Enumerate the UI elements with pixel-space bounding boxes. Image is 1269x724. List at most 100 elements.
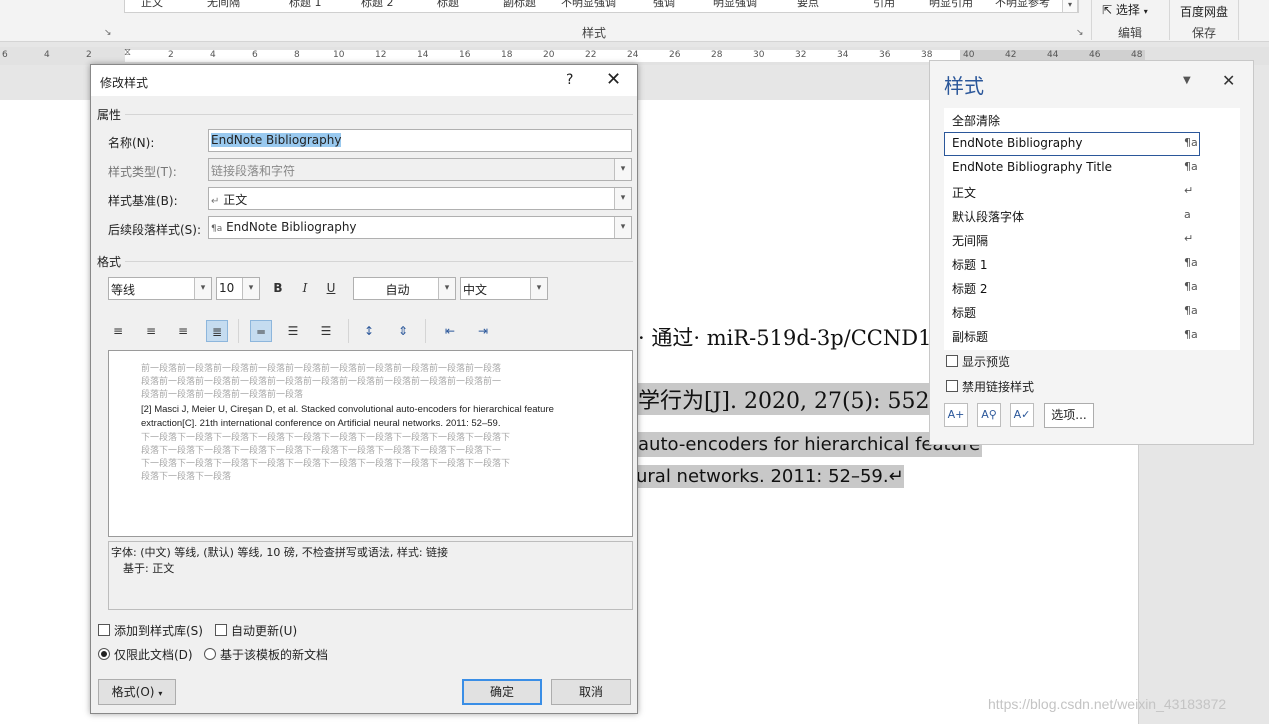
- italic-button[interactable]: I: [294, 277, 316, 299]
- style-item-heading-2[interactable]: 标题 2 ¶a: [944, 276, 1240, 300]
- gallery-item[interactable]: 不明显强调: [561, 0, 616, 10]
- dialog-titlebar[interactable]: 修改样式 ? ✕: [91, 65, 637, 96]
- linked-style-icon: ¶a: [1184, 304, 1198, 317]
- style-type-select[interactable]: 链接段落和字符 ▾: [208, 158, 632, 181]
- ruler-number: 18: [501, 50, 513, 60]
- style-item-no-spacing[interactable]: 无间隔 ↵: [944, 228, 1240, 252]
- font-select[interactable]: 等线 ▾: [108, 277, 212, 300]
- new-style-icon[interactable]: A+: [944, 403, 968, 427]
- style-item-endnote-bibliography-title[interactable]: EndNote Bibliography Title ¶a: [944, 156, 1240, 180]
- align-left-icon[interactable]: ≡: [107, 320, 129, 342]
- auto-update-checkbox[interactable]: [215, 624, 227, 636]
- close-icon[interactable]: ✕: [1222, 71, 1235, 90]
- align-center-icon[interactable]: ≡: [140, 320, 162, 342]
- ruler-number: 6: [2, 50, 8, 60]
- ruler-number: 22: [585, 50, 597, 60]
- gallery-item[interactable]: 标题: [437, 0, 459, 10]
- only-this-document-radio[interactable]: [98, 648, 110, 660]
- style-base-select[interactable]: ↵ 正文 ▾: [208, 187, 632, 210]
- linked-style-icon: ¶a: [211, 224, 223, 234]
- chevron-down-icon: ▾: [438, 278, 455, 299]
- decrease-indent-icon[interactable]: ⇤: [439, 320, 461, 342]
- ruler-number: 10: [333, 50, 345, 60]
- gallery-item[interactable]: 强调: [653, 0, 675, 10]
- styles-list[interactable]: 全部清除 EndNote Bibliography ¶a EndNote Bib…: [944, 108, 1240, 350]
- align-justify-icon[interactable]: ≣: [206, 320, 228, 342]
- paragraph-mark-icon: ↵: [211, 196, 220, 207]
- gallery-item[interactable]: 明显强调: [713, 0, 757, 10]
- document-text-line[interactable]: ural networks. 2011: 52–59.↵: [636, 465, 904, 488]
- auto-update-label: 自动更新(U): [231, 624, 298, 638]
- gallery-item[interactable]: 引用: [873, 0, 895, 10]
- underline-button[interactable]: U: [320, 277, 342, 299]
- new-documents-radio[interactable]: [204, 648, 216, 660]
- font-size-select[interactable]: 10 ▾: [216, 277, 260, 300]
- cancel-button[interactable]: 取消: [551, 679, 631, 705]
- decrease-paragraph-spacing-icon[interactable]: ⇕: [392, 320, 414, 342]
- gallery-more-icon[interactable]: ▾: [1062, 0, 1078, 13]
- ok-button[interactable]: 确定: [462, 679, 542, 705]
- gallery-item[interactable]: 正文: [141, 0, 163, 10]
- next-style-select[interactable]: ¶a EndNote Bibliography ▾: [208, 216, 632, 239]
- help-icon[interactable]: ?: [566, 72, 573, 88]
- one-half-spacing-icon[interactable]: ☰: [282, 320, 304, 342]
- cursor-icon: ⇱: [1102, 3, 1113, 17]
- chevron-down-icon: ▾: [530, 278, 547, 299]
- ruler-number: 40: [963, 50, 975, 60]
- description-line: 基于: 正文: [123, 562, 175, 575]
- document-text-line[interactable]: · 通过· miR-519d-3p/CCND1·: [638, 322, 938, 352]
- section-divider: [125, 261, 633, 262]
- ruler-number: 2: [168, 50, 174, 60]
- name-label: 名称(N):: [108, 136, 155, 150]
- increase-paragraph-spacing-icon[interactable]: ↕: [358, 320, 380, 342]
- style-item-default-font[interactable]: 默认段落字体 a: [944, 204, 1240, 228]
- gallery-item[interactable]: 不明显参考: [995, 0, 1050, 10]
- add-to-gallery-checkbox[interactable]: [98, 624, 110, 636]
- style-item-normal[interactable]: 正文 ↵: [944, 180, 1240, 204]
- style-base-label: 样式基准(B):: [108, 194, 178, 208]
- style-item-endnote-bibliography[interactable]: EndNote Bibliography ¶a: [944, 132, 1200, 156]
- style-item-subtitle[interactable]: 副标题 ¶a: [944, 324, 1240, 348]
- gallery-item[interactable]: 副标题: [503, 0, 536, 10]
- align-right-icon[interactable]: ≡: [172, 320, 194, 342]
- single-spacing-icon[interactable]: ═: [250, 320, 272, 342]
- gallery-item[interactable]: 标题 1: [289, 0, 322, 10]
- ruler-number: 8: [294, 50, 300, 60]
- gallery-item[interactable]: 无间隔: [207, 0, 240, 10]
- linked-style-icon: ¶a: [1184, 136, 1198, 149]
- bold-button[interactable]: B: [267, 277, 289, 299]
- style-item-heading-1[interactable]: 标题 1 ¶a: [944, 252, 1240, 276]
- style-inspector-icon[interactable]: A⚲: [977, 403, 1001, 427]
- baidu-netdisk-button[interactable]: 百度网盘: [1180, 3, 1228, 20]
- select-button[interactable]: ⇱ 选择 ▾: [1102, 1, 1148, 18]
- linked-style-icon: ¶a: [1184, 256, 1198, 269]
- increase-indent-icon[interactable]: ⇥: [472, 320, 494, 342]
- options-button[interactable]: 选项...: [1044, 403, 1094, 428]
- show-preview-checkbox[interactable]: [946, 355, 958, 367]
- disable-linked-checkbox[interactable]: [946, 380, 958, 392]
- paragraph-style-icon: ↵: [1184, 184, 1194, 197]
- gallery-item[interactable]: 明显引用: [929, 0, 973, 10]
- language-select[interactable]: 中文 ▾: [460, 277, 548, 300]
- dialog-launcher-icon[interactable]: ↘: [104, 28, 112, 38]
- document-text-line[interactable]: 学行为[J]. 2020, 27(5): 552-5: [638, 383, 957, 415]
- style-item-title[interactable]: 标题 ¶a: [944, 300, 1240, 324]
- chevron-down-icon: ▾: [614, 159, 631, 180]
- chevron-down-icon[interactable]: ▼: [1183, 75, 1191, 86]
- ruler-number: 12: [375, 50, 387, 60]
- name-input[interactable]: EndNote Bibliography: [208, 129, 632, 152]
- dialog-title: 修改样式: [100, 76, 149, 90]
- style-gallery[interactable]: 正文 无间隔 标题 1 标题 2 标题 副标题 不明显强调 强调 明显强调 要点…: [124, 0, 1079, 13]
- indent-marker-icon[interactable]: ⧖: [124, 47, 131, 58]
- format-button[interactable]: 格式(O) ▾: [98, 679, 176, 705]
- gallery-item[interactable]: 标题 2: [361, 0, 394, 10]
- gallery-item[interactable]: 要点: [797, 0, 819, 10]
- preview-next-paragraph: 段落下一段落下一段落下一段落下一段落下一段落下一段落下一段落下一段落下一段落下一: [141, 445, 502, 455]
- double-spacing-icon[interactable]: ☰: [315, 320, 337, 342]
- font-color-select[interactable]: 自动 ▾: [353, 277, 456, 300]
- manage-styles-icon[interactable]: A✓: [1010, 403, 1034, 427]
- preview-previous-paragraph: 段落前一段落前一段落前一段落前一段落: [141, 389, 304, 399]
- dialog-launcher-icon[interactable]: ↘: [1076, 28, 1084, 38]
- close-icon[interactable]: ✕: [606, 69, 621, 90]
- style-item-clear-all[interactable]: 全部清除: [944, 108, 1240, 132]
